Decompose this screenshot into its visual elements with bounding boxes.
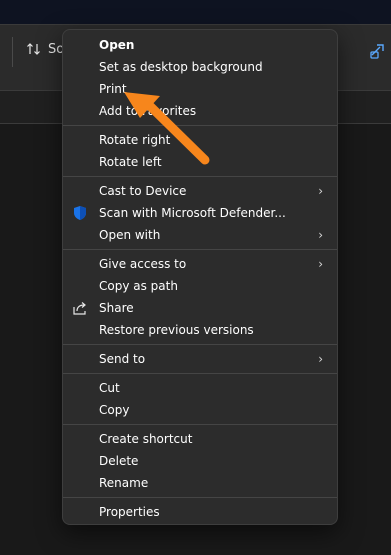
menu-item-restore-previous-versions[interactable]: Restore previous versions [67, 319, 333, 341]
menu-item-open[interactable]: Open [67, 34, 333, 56]
menu-item-label: Create shortcut [99, 432, 193, 446]
chevron-right-icon: › [318, 184, 323, 198]
menu-item-cast-to-device[interactable]: Cast to Device › [67, 180, 333, 202]
sort-button[interactable]: So [26, 41, 64, 57]
menu-item-label: Rename [99, 476, 149, 490]
chevron-right-icon: › [318, 352, 323, 366]
context-menu: Open Set as desktop background Print Add to… [62, 29, 338, 525]
menu-item-rename[interactable]: Rename [67, 472, 333, 494]
menu-item-label: Properties [99, 505, 160, 519]
menu-item-open-with[interactable]: Open with › [67, 224, 333, 246]
menu-item-cut[interactable]: Cut [67, 377, 333, 399]
menu-item-label: Print [99, 82, 127, 96]
menu-item-rotate-right[interactable]: Rotate right [67, 129, 333, 151]
chevron-right-icon: › [318, 228, 323, 242]
menu-item-label: Set as desktop background [99, 60, 263, 74]
menu-item-add-to-favorites[interactable]: Add to Favorites [67, 100, 333, 122]
menu-separator [63, 125, 337, 126]
menu-separator [63, 424, 337, 425]
menu-item-send-to[interactable]: Send to › [67, 348, 333, 370]
menu-item-label: Open [99, 38, 135, 52]
menu-item-label: Scan with Microsoft Defender... [99, 206, 286, 220]
menu-separator [63, 497, 337, 498]
menu-item-label: Cast to Device [99, 184, 187, 198]
menu-item-delete[interactable]: Delete [67, 450, 333, 472]
menu-item-share[interactable]: Share [67, 297, 333, 319]
menu-item-label: Rotate right [99, 133, 171, 147]
menu-item-give-access-to[interactable]: Give access to › [67, 253, 333, 275]
menu-item-create-shortcut[interactable]: Create shortcut [67, 428, 333, 450]
microsoft-defender-shield-icon [74, 206, 86, 220]
title-bar-strip [0, 0, 391, 24]
menu-item-label: Cut [99, 381, 120, 395]
menu-item-print[interactable]: Print [67, 78, 333, 100]
link-icon[interactable] [368, 41, 388, 61]
sort-arrows-icon [27, 43, 40, 55]
menu-separator [63, 176, 337, 177]
chevron-right-icon: › [318, 257, 323, 271]
menu-item-rotate-left[interactable]: Rotate left [67, 151, 333, 173]
menu-separator [63, 249, 337, 250]
menu-item-label: Send to [99, 352, 146, 366]
menu-item-properties[interactable]: Properties [67, 501, 333, 523]
menu-item-label: Copy [99, 403, 130, 417]
menu-item-set-as-desktop-background[interactable]: Set as desktop background [67, 56, 333, 78]
menu-item-label: Delete [99, 454, 139, 468]
menu-separator [63, 344, 337, 345]
menu-item-scan-with-microsoft-defender[interactable]: Scan with Microsoft Defender... [67, 202, 333, 224]
menu-item-label: Give access to [99, 257, 187, 271]
menu-item-copy[interactable]: Copy [67, 399, 333, 421]
menu-item-label: Copy as path [99, 279, 178, 293]
toolbar-divider [12, 37, 13, 67]
menu-item-label: Restore previous versions [99, 323, 254, 337]
menu-separator [63, 373, 337, 374]
menu-item-label: Share [99, 301, 134, 315]
menu-item-copy-as-path[interactable]: Copy as path [67, 275, 333, 297]
menu-item-label: Rotate left [99, 155, 162, 169]
menu-item-label: Add to Favorites [99, 104, 197, 118]
share-icon [73, 302, 86, 315]
menu-item-label: Open with [99, 228, 161, 242]
